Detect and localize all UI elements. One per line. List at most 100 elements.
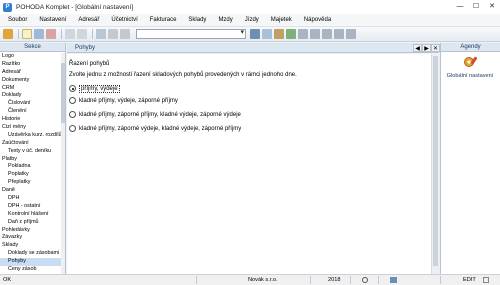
menu-sklady[interactable]: Sklady — [182, 17, 212, 23]
save-icon[interactable] — [96, 29, 106, 39]
filter-icon[interactable] — [250, 29, 260, 39]
tree-item[interactable]: Ceny zásob — [0, 266, 62, 274]
tree-item[interactable]: Daň z příjmů — [0, 219, 62, 227]
export-icon[interactable] — [286, 29, 296, 39]
content-scrollbar[interactable] — [431, 54, 439, 274]
close-button[interactable]: ✕ — [484, 0, 500, 14]
app-icon: P — [3, 2, 12, 12]
menu-soubor[interactable]: Soubor — [2, 17, 33, 23]
tree-item[interactable]: Sklady — [0, 242, 62, 250]
menu-mzdy[interactable]: Mzdy — [212, 17, 238, 23]
radio-button[interactable] — [69, 111, 76, 118]
mail-icon[interactable] — [334, 29, 344, 39]
menu-majetek[interactable]: Majetek — [265, 17, 298, 23]
tree-item[interactable]: Pokladna — [0, 163, 62, 171]
agenda-label: Globální nastavení — [446, 73, 494, 79]
radio-option[interactable]: kladné příjmy, výdeje, záporné příjmy — [69, 96, 178, 105]
search-icon[interactable] — [262, 29, 272, 39]
refresh-icon[interactable] — [310, 29, 320, 39]
radio-button[interactable] — [69, 97, 76, 104]
radio-option[interactable]: kladné příjmy, záporné příjmy, kladné vý… — [69, 110, 241, 119]
title-bar: P POHODA Komplet - [Globální nastavení] … — [0, 0, 500, 14]
resize-grip-icon[interactable] — [483, 277, 489, 283]
status-bar: OK Novák s.r.o. 2018 EDIT — [0, 274, 500, 285]
tree-item[interactable]: Cizí měny — [0, 124, 62, 132]
radio-button[interactable] — [69, 125, 76, 132]
tree-item[interactable]: Doklady se zásobami — [0, 250, 62, 258]
tree-item[interactable]: Razítko — [0, 61, 62, 69]
tree-item[interactable]: Pohyby — [0, 258, 62, 267]
menu-ucetnictvi[interactable]: Účetnictví — [105, 17, 143, 23]
print-icon[interactable] — [108, 29, 118, 39]
agenda-global-settings[interactable]: Globální nastavení — [443, 55, 497, 79]
tree-item[interactable]: Pohledávky — [0, 227, 62, 235]
tab-strip: Pohyby ◀ ▶ ✕ — [67, 43, 440, 53]
tree-item[interactable]: DPH - ostatní — [0, 203, 62, 211]
sections-scrollbar[interactable] — [61, 53, 65, 274]
status-divider — [350, 276, 351, 284]
status-mode: EDIT — [463, 277, 476, 283]
link-icon[interactable] — [298, 29, 308, 39]
menu-jizdy[interactable]: Jízdy — [239, 17, 265, 23]
tree-item[interactable]: Uzávěrka kurz. rozdílů — [0, 132, 62, 140]
agenda-icon[interactable] — [3, 29, 13, 39]
tree-item[interactable]: Historie — [0, 116, 62, 124]
radio-option[interactable]: příjmy, výdeje — [69, 84, 120, 93]
menu-nastaveni[interactable]: Nastavení — [33, 17, 72, 23]
tab-close-button[interactable]: ✕ — [431, 44, 440, 52]
menu-adresar[interactable]: Adresář — [72, 17, 105, 23]
status-company: Novák s.r.o. — [248, 277, 278, 283]
sections-panel: Sekce Logo Razítko Adresář Dokumenty CRM Dokl… — [0, 43, 66, 274]
add-icon[interactable] — [65, 29, 75, 39]
radio-option[interactable]: kladné příjmy, záporné výdeje, kladné vý… — [69, 124, 241, 133]
tree-item[interactable]: Daně — [0, 187, 62, 195]
menu-napoveda[interactable]: Nápověda — [298, 17, 337, 23]
tab-next-button[interactable]: ▶ — [422, 44, 431, 52]
tree-item[interactable]: Platby — [0, 156, 62, 164]
toolbar-separator — [92, 29, 93, 39]
scrollbar-thumb[interactable] — [433, 56, 438, 266]
maximize-button[interactable]: ☐ — [468, 0, 484, 14]
copy-icon[interactable] — [77, 29, 87, 39]
tab-pohyby[interactable]: Pohyby — [69, 43, 101, 53]
edit-icon[interactable] — [34, 29, 44, 39]
report-icon[interactable] — [322, 29, 332, 39]
status-text: OK — [3, 277, 12, 283]
settings-content: Řazení pohybů Zvolte jednu z možností řa… — [67, 54, 431, 274]
tree-item[interactable]: Adresář — [0, 69, 62, 77]
menu-fakturace[interactable]: Fakturace — [144, 17, 183, 23]
filter-combo[interactable] — [136, 28, 246, 39]
tree-item[interactable]: Členění — [0, 108, 62, 116]
tree-item[interactable]: Texty v úč. deníku — [0, 148, 62, 156]
tree-item[interactable]: Kontrolní hlášení — [0, 211, 62, 219]
delete-icon[interactable] — [46, 29, 56, 39]
link-status-icon — [390, 277, 397, 283]
sections-header: Sekce — [0, 43, 65, 52]
tree-item[interactable]: DPH — [0, 195, 62, 203]
tree-item[interactable]: Přeplatky — [0, 179, 62, 187]
tab-prev-button[interactable]: ◀ — [413, 44, 422, 52]
settings-gear-icon — [464, 56, 478, 67]
agendas-panel: Agendy Globální nastavení — [440, 43, 500, 274]
tree-item[interactable]: Poplatky — [0, 171, 62, 179]
sort-icon[interactable] — [274, 29, 284, 39]
tree-item[interactable]: Závazky — [0, 234, 62, 242]
minimize-button[interactable]: — — [452, 0, 468, 14]
new-record-icon[interactable] — [22, 29, 32, 39]
option-label: kladné příjmy, výdeje, záporné příjmy — [79, 97, 178, 104]
status-year: 2018 — [328, 277, 341, 283]
tree-item[interactable]: Logo — [0, 53, 62, 61]
tree-item[interactable]: Zaúčtování — [0, 140, 62, 148]
tree-item[interactable]: Dokumenty — [0, 77, 62, 85]
scrollbar-thumb[interactable] — [61, 63, 65, 123]
tree-item[interactable]: CRM — [0, 85, 62, 93]
preview-icon[interactable] — [120, 29, 130, 39]
toolbar-separator — [61, 29, 62, 39]
window-title: POHODA Komplet - [Globální nastavení] — [16, 3, 134, 11]
sections-tree: Logo Razítko Adresář Dokumenty CRM Doklady Čís… — [0, 53, 62, 274]
radio-button-checked[interactable] — [69, 85, 76, 92]
toolbar-separator — [18, 29, 19, 39]
status-divider — [196, 276, 197, 284]
tools-icon[interactable] — [346, 29, 356, 39]
window-controls: — ☐ ✕ — [452, 0, 500, 14]
